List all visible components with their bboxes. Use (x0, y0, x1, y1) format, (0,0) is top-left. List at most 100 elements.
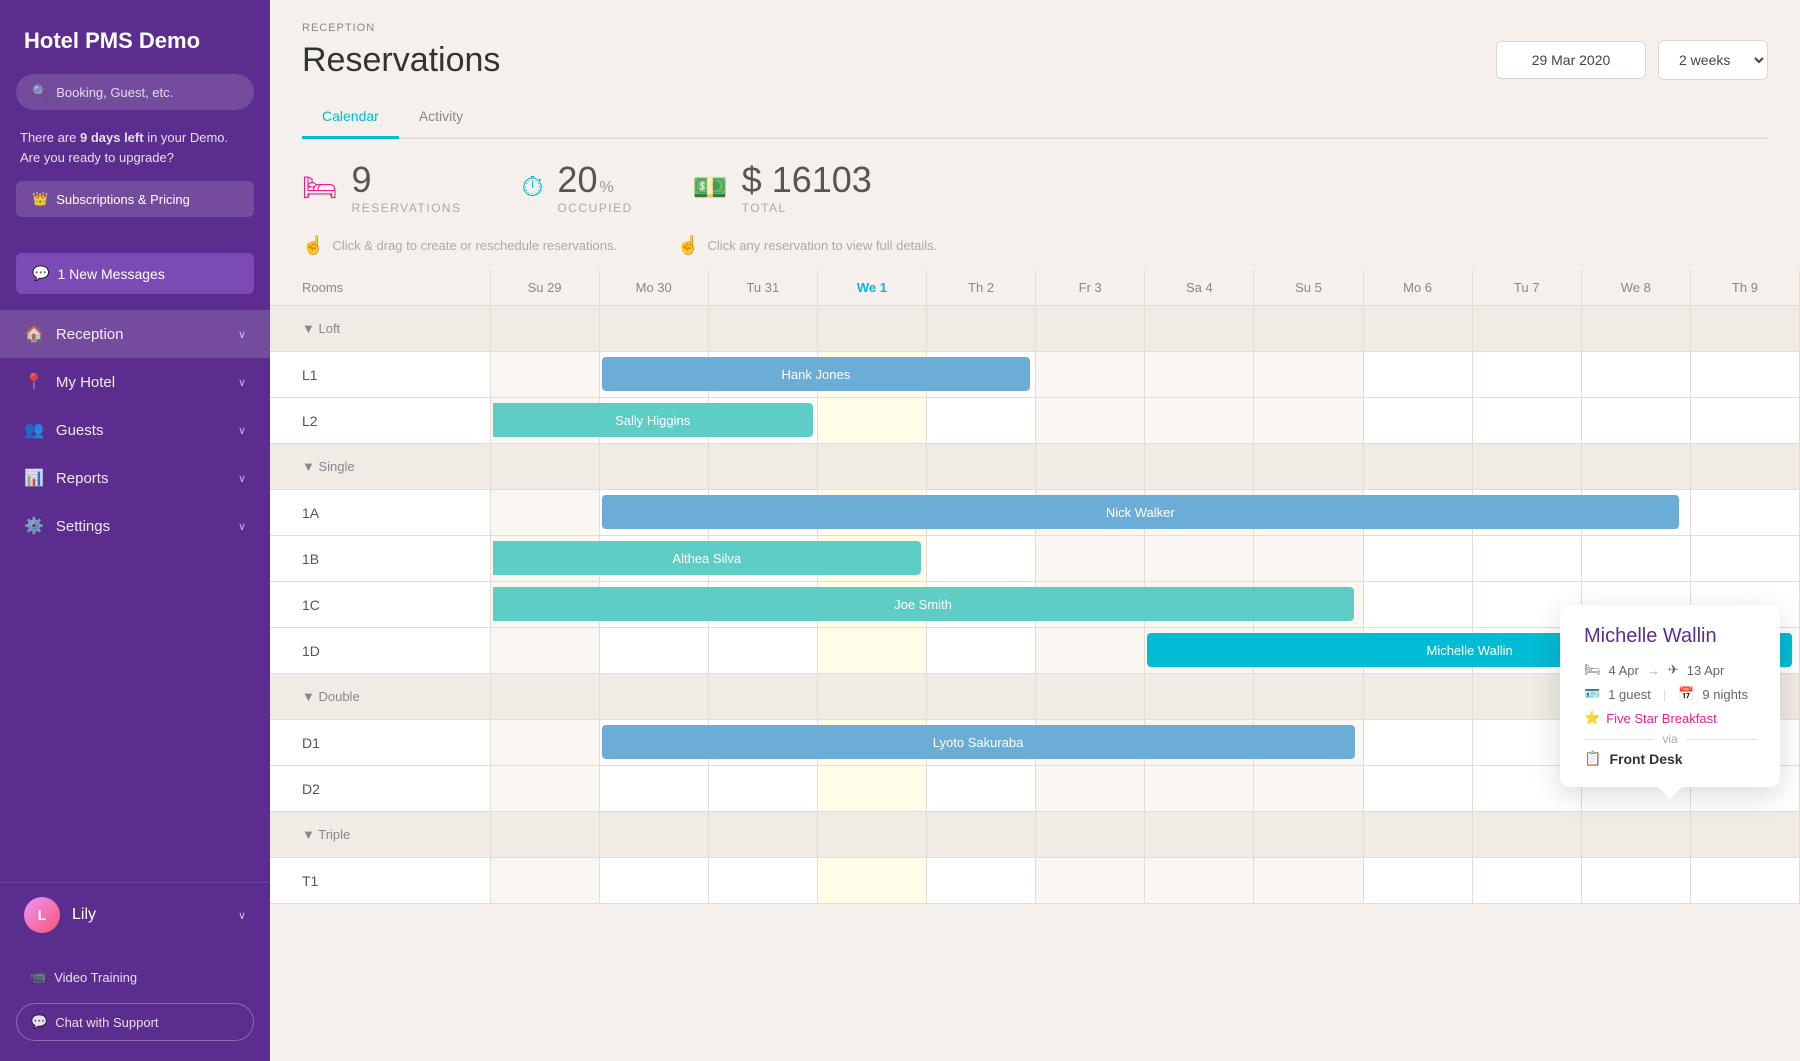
sidebar: Hotel PMS Demo 🔍 Booking, Guest, etc. Th… (0, 0, 270, 1061)
reservations-number: 9 (352, 159, 462, 201)
tooltip-dates: 🛏 4 Apr → ✈ 13 Apr (1584, 662, 1756, 678)
col-tu31: Tu 31 (708, 270, 817, 306)
search-bar[interactable]: 🔍 Booking, Guest, etc. (16, 74, 254, 110)
stat-occupied: ⏱ 20% OCCUPIED (522, 159, 633, 215)
main-content: RECEPTION Reservations 29 Mar 2020 1 wee… (270, 0, 1800, 1061)
total-label: TOTAL (742, 201, 872, 215)
group-header-cell: ▼ Loft (270, 306, 490, 352)
tooltip-package-name: Five Star Breakfast (1606, 711, 1717, 726)
col-we8: We 8 (1581, 270, 1690, 306)
sidebar-bottom: 📹 Video Training 💬 Chat with Support (0, 947, 270, 1061)
tooltip-nights: 9 nights (1702, 687, 1748, 702)
video-training-label: Video Training (54, 970, 137, 985)
room-name-cell: D2 (270, 766, 490, 812)
user-name: Lily (72, 906, 96, 924)
room-name-cell: 1B (270, 536, 490, 582)
tooltip-source: 📋 Front Desk (1584, 750, 1756, 767)
video-training-button[interactable]: 📹 Video Training (16, 959, 254, 995)
sidebar-item-my-hotel[interactable]: 📍 My Hotel ∨ (0, 358, 270, 406)
timer-icon: ⏱ (522, 171, 544, 204)
hints-row: ☝ Click & drag to create or reschedule r… (270, 235, 1800, 270)
room-name-cell: D1 (270, 720, 490, 766)
sidebar-item-guests-label: Guests (56, 422, 104, 439)
col-sa4: Sa 4 (1145, 270, 1254, 306)
group-header-cell: ▼ Double (270, 674, 490, 720)
demo-days: 9 days left (80, 130, 144, 145)
reports-icon: 📊 (24, 468, 44, 488)
tooltip-guests: 1 guest (1608, 687, 1651, 702)
stats-row: 🛏 9 RESERVATIONS ⏱ 20% OCCUPIED 💵 $ 1610… (270, 139, 1800, 235)
occupied-label: OCCUPIED (557, 201, 632, 215)
tab-activity[interactable]: Activity (399, 98, 483, 139)
stat-total: 💵 $ 16103 TOTAL (693, 159, 872, 215)
guests-icon: 👥 (24, 420, 44, 440)
sidebar-item-settings[interactable]: ⚙️ Settings ∨ (0, 502, 270, 550)
calendar-table: Rooms Su 29 Mo 30 Tu 31 We 1 Th 2 Fr 3 S… (270, 270, 1800, 904)
tooltip-package: ⭐ Five Star Breakfast (1584, 710, 1756, 726)
reservations-label: RESERVATIONS (352, 201, 462, 215)
room-name-cell: 1A (270, 490, 490, 536)
demo-msg-prefix: There are (20, 130, 80, 145)
rooms-col-header: Rooms (270, 270, 490, 306)
room-name-cell: 1D (270, 628, 490, 674)
upgrade-label: Subscriptions & Pricing (56, 192, 190, 207)
sidebar-item-my-hotel-label: My Hotel (56, 374, 115, 391)
messages-label: 1 New Messages (57, 266, 164, 282)
click-hint-icon: ☝ (677, 235, 699, 256)
period-select[interactable]: 1 week 2 weeks 3 weeks 1 month (1658, 40, 1768, 80)
demo-message: There are 9 days left in your Demo. Are … (0, 128, 270, 181)
occupied-number: 20% (557, 159, 632, 201)
my-hotel-icon: 📍 (24, 372, 44, 392)
sidebar-item-reception[interactable]: 🏠 Reception ∨ (0, 310, 270, 358)
tooltip-guest-name: Michelle Wallin (1584, 625, 1756, 648)
message-icon: 💬 (32, 265, 49, 282)
user-profile[interactable]: L Lily ∨ (0, 882, 270, 947)
sidebar-item-reception-label: Reception (56, 326, 124, 343)
click-hint-text: Click any reservation to view full detai… (708, 238, 938, 253)
reservation-bar[interactable]: Lyoto Sakuraba (602, 725, 1355, 759)
messages-button[interactable]: 💬 1 New Messages (16, 253, 254, 294)
tooltip-source-name: Front Desk (1609, 751, 1682, 767)
reservation-bar[interactable]: Nick Walker (602, 495, 1679, 529)
breadcrumb: RECEPTION (302, 22, 1768, 34)
id-card-icon: 🪪 (1584, 686, 1600, 702)
chevron-down-icon-guests: ∨ (238, 424, 246, 437)
calendar-container[interactable]: Rooms Su 29 Mo 30 Tu 31 We 1 Th 2 Fr 3 S… (270, 270, 1800, 1061)
star-icon: ⭐ (1584, 710, 1600, 726)
avatar: L (24, 897, 60, 933)
drag-hint-text: Click & drag to create or reschedule res… (332, 238, 617, 253)
tooltip-guests-nights: 🪪 1 guest | 📅 9 nights (1584, 686, 1756, 702)
sidebar-item-reports-label: Reports (56, 470, 109, 487)
money-icon: 💵 (693, 171, 728, 204)
chevron-down-icon-hotel: ∨ (238, 376, 246, 389)
group-header-cell: ▼ Triple (270, 812, 490, 858)
drag-hint-icon: ☝ (302, 235, 324, 256)
settings-icon: ⚙️ (24, 516, 44, 536)
tabs: Calendar Activity (302, 98, 1768, 139)
col-mo6: Mo 6 (1363, 270, 1472, 306)
sidebar-item-guests[interactable]: 👥 Guests ∨ (0, 406, 270, 454)
tab-calendar[interactable]: Calendar (302, 98, 399, 139)
col-we1: We 1 (817, 270, 926, 306)
arrow-right-icon: → (1647, 663, 1660, 678)
reservation-bar[interactable]: Joe Smith (493, 587, 1354, 621)
bed-icon: 🛏 (302, 171, 338, 204)
reservation-bar[interactable]: Sally Higgins (493, 403, 813, 437)
room-name-cell: L2 (270, 398, 490, 444)
calendar-icon: 📅 (1678, 686, 1694, 702)
room-name-cell: 1C (270, 582, 490, 628)
sidebar-item-reports[interactable]: 📊 Reports ∨ (0, 454, 270, 502)
app-logo: Hotel PMS Demo (0, 0, 270, 74)
reservation-tooltip: Michelle Wallin 🛏 4 Apr → ✈ 13 Apr 🪪 1 g… (1560, 605, 1780, 787)
crown-icon: 👑 (32, 191, 48, 207)
group-header-cell: ▼ Single (270, 444, 490, 490)
reservation-bar[interactable]: Althea Silva (493, 541, 922, 575)
reservation-bar[interactable]: Hank Jones (602, 357, 1031, 391)
upgrade-button[interactable]: 👑 Subscriptions & Pricing (16, 181, 254, 217)
page-title: Reservations (302, 41, 500, 80)
chat-support-button[interactable]: 💬 Chat with Support (16, 1003, 254, 1041)
page-header: RECEPTION Reservations 29 Mar 2020 1 wee… (270, 0, 1800, 139)
date-picker-button[interactable]: 29 Mar 2020 (1496, 41, 1646, 79)
col-mo30: Mo 30 (599, 270, 708, 306)
hint-click: ☝ Click any reservation to view full det… (677, 235, 937, 256)
